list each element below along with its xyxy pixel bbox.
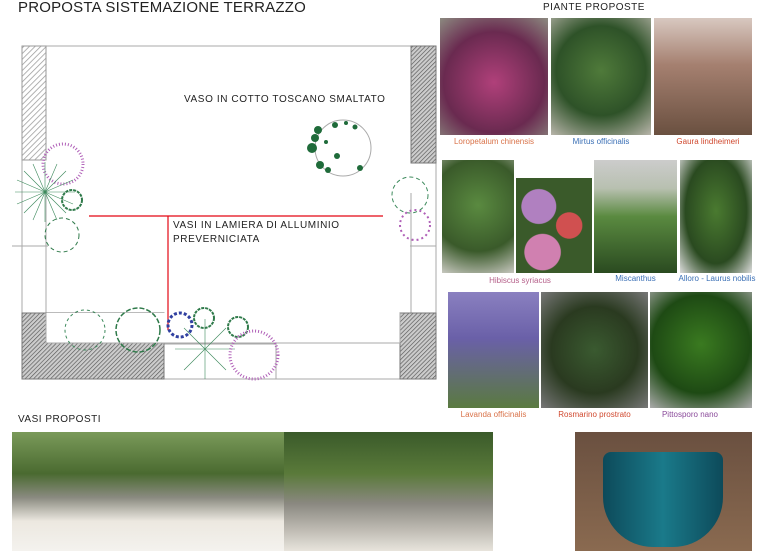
photo-alloro xyxy=(680,160,752,273)
photo-miscanthus xyxy=(594,160,677,273)
plant-label: Mirtus officinalis xyxy=(572,137,630,146)
design-board: PROPOSTA SISTEMAZIONE TERRAZZO PIANTE PR… xyxy=(0,0,765,551)
page-title: PROPOSTA SISTEMAZIONE TERRAZZO xyxy=(18,0,306,16)
note-line-2: PREVERNICIATA xyxy=(173,234,260,245)
photo-loropetalum xyxy=(440,18,548,135)
photo-mirtus xyxy=(551,18,651,135)
photo-hibiscus-flowers xyxy=(516,178,592,273)
plant-label: Miscanthus xyxy=(615,274,656,283)
photo-rosmarino xyxy=(541,292,648,408)
photo-hibiscus-plant xyxy=(442,160,514,273)
note-cotto-pot: VASO IN COTTO TOSCANO SMALTATO xyxy=(184,94,386,105)
plant-label: Rosmarino prostrato xyxy=(558,410,631,419)
plant-label: Alloro - Laurus nobilis xyxy=(678,274,756,283)
plant-label: Pittosporo nano xyxy=(661,410,719,419)
note-aluminium-pots: VASI IN LAMIERA DI ALLUMINIO PREVERNICIA… xyxy=(173,219,340,247)
photo-aluminium-planter-flowers xyxy=(284,432,493,551)
wall-hatch xyxy=(21,45,47,161)
pots-heading: VASI PROPOSTI xyxy=(18,414,101,425)
wall-hatch xyxy=(399,312,437,380)
photo-pittosporo xyxy=(650,292,752,408)
photo-glazed-terracotta-pot xyxy=(575,432,752,551)
wall-hatch xyxy=(410,45,437,164)
plant-label: Loropetalum chinensis xyxy=(453,137,535,146)
photo-lavanda xyxy=(448,292,539,408)
plant-label: Lavanda officinalis xyxy=(460,410,527,419)
plants-heading: PIANTE PROPOSTE xyxy=(543,2,645,13)
photo-aluminium-planters xyxy=(12,432,284,551)
photo-gaura xyxy=(654,18,752,135)
terrace-plan xyxy=(12,45,437,381)
plant-label: Hibiscus syriacus xyxy=(489,276,551,285)
note-line-1: VASI IN LAMIERA DI ALLUMINIO xyxy=(173,220,340,231)
plant-label: Gaura lindheimeri xyxy=(676,137,740,146)
